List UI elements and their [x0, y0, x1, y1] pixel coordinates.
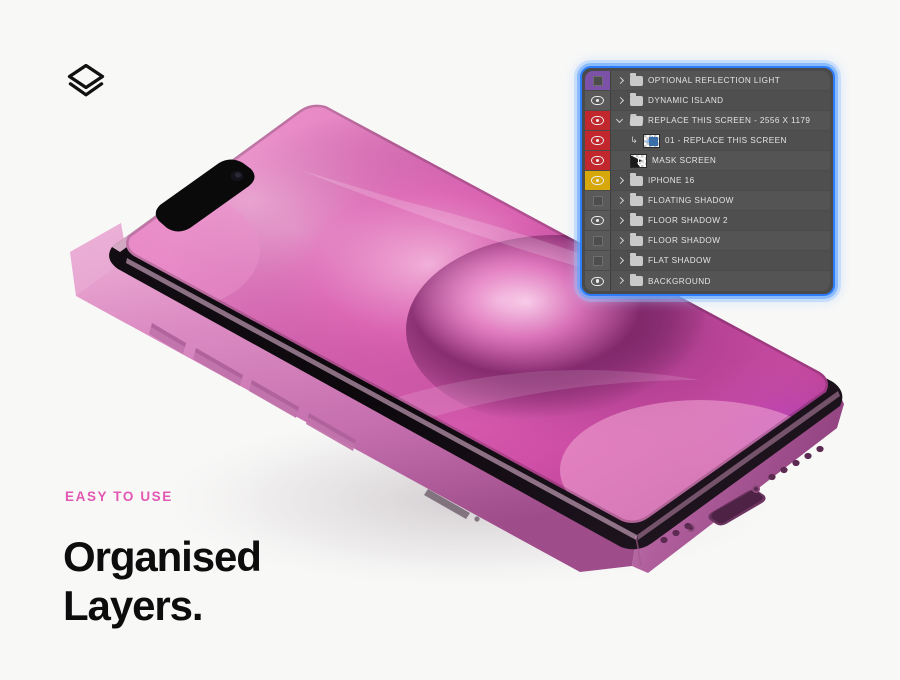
- chevron-down-icon[interactable]: [617, 116, 625, 126]
- layer-name: OPTIONAL REFLECTION LIGHT: [648, 76, 781, 85]
- layer-name: MASK SCREEN: [652, 156, 717, 165]
- layer-row[interactable]: FLOOR SHADOW 2: [585, 211, 830, 231]
- layer-row[interactable]: BACKGROUND: [585, 271, 830, 291]
- page-title: Organised Layers.: [63, 533, 262, 630]
- folder-open-icon: [629, 115, 644, 126]
- chevron-right-icon[interactable]: [617, 216, 625, 226]
- eye-icon: [591, 276, 604, 286]
- chevron-right-icon[interactable]: [617, 76, 625, 86]
- eye-icon: [591, 156, 604, 165]
- layer-visibility-toggle[interactable]: [585, 111, 611, 130]
- layer-name: FLAT SHADOW: [648, 256, 711, 265]
- layer-row-body[interactable]: FLOOR SHADOW: [611, 233, 830, 246]
- layer-name: FLOATING SHADOW: [648, 196, 734, 205]
- layer-row-body[interactable]: ↳ 01 - REPLACE THIS SCREEN: [611, 133, 830, 148]
- canvas: EASY TO USE Organised Layers. OPTIONAL R…: [0, 0, 900, 680]
- layer-row[interactable]: MASK SCREEN: [585, 151, 830, 171]
- chevron-right-icon[interactable]: [617, 276, 625, 286]
- layer-row-body[interactable]: OPTIONAL REFLECTION LIGHT: [611, 73, 830, 86]
- layer-row[interactable]: FLAT SHADOW: [585, 251, 830, 271]
- eye-icon: [591, 176, 604, 185]
- headline-line-1: Organised: [63, 533, 262, 580]
- layer-row[interactable]: ↳ 01 - REPLACE THIS SCREEN: [585, 131, 830, 151]
- headline-line-2: Layers.: [63, 581, 204, 629]
- layer-name: 01 - REPLACE THIS SCREEN: [665, 136, 787, 145]
- layer-visibility-toggle[interactable]: [585, 191, 611, 210]
- eye-icon: [591, 96, 604, 105]
- layer-name: BACKGROUND: [648, 276, 711, 286]
- mask-thumbnail: [630, 153, 647, 168]
- layer-row-body[interactable]: MASK SCREEN: [611, 153, 830, 168]
- eye-hidden-icon: [592, 235, 603, 246]
- eyebrow-label: EASY TO USE: [65, 489, 173, 504]
- eye-hidden-icon: [592, 195, 603, 206]
- layer-name: FLOOR SHADOW: [648, 236, 721, 245]
- folder-icon: [630, 93, 643, 106]
- layer-row-body[interactable]: FLAT SHADOW: [611, 253, 830, 266]
- eye-hidden-icon: [592, 75, 603, 86]
- eye-icon: [591, 116, 604, 125]
- chevron-right-icon[interactable]: [617, 96, 625, 106]
- layer-visibility-toggle[interactable]: [585, 271, 611, 291]
- chevron-right-icon[interactable]: [617, 176, 625, 186]
- layer-row[interactable]: OPTIONAL REFLECTION LIGHT: [585, 71, 830, 91]
- layer-name: IPHONE 16: [648, 176, 695, 185]
- folder-icon: [630, 173, 643, 186]
- layer-visibility-toggle[interactable]: [585, 211, 611, 230]
- layer-name: DYNAMIC ISLAND: [648, 96, 724, 105]
- layer-row[interactable]: IPHONE 16: [585, 171, 830, 191]
- layer-visibility-toggle[interactable]: [585, 231, 611, 250]
- folder-icon: [630, 253, 643, 266]
- chevron-right-icon[interactable]: [617, 196, 625, 206]
- layer-visibility-toggle[interactable]: [585, 91, 611, 110]
- layers-panel[interactable]: OPTIONAL REFLECTION LIGHT DYNAMIC ISLAND R…: [580, 66, 835, 296]
- layer-visibility-toggle[interactable]: [585, 71, 611, 90]
- folder-icon: [630, 193, 643, 206]
- chevron-right-icon[interactable]: [617, 236, 625, 246]
- layer-row[interactable]: DYNAMIC ISLAND: [585, 91, 830, 111]
- eye-hidden-icon: [592, 255, 603, 266]
- layer-row-body[interactable]: FLOOR SHADOW 2: [611, 213, 830, 226]
- chevron-right-icon[interactable]: [617, 256, 625, 266]
- clipping-mask-icon: ↳: [630, 135, 638, 145]
- layers-list[interactable]: OPTIONAL REFLECTION LIGHT DYNAMIC ISLAND R…: [585, 71, 830, 291]
- layer-row-body[interactable]: IPHONE 16: [611, 173, 830, 186]
- folder-icon: [630, 233, 643, 246]
- layer-row-body[interactable]: FLOATING SHADOW: [611, 193, 830, 206]
- folder-icon: [630, 213, 643, 226]
- layer-name: FLOOR SHADOW 2: [648, 216, 729, 225]
- layer-row[interactable]: REPLACE THIS SCREEN - 2556 X 1179: [585, 111, 830, 131]
- eye-icon: [591, 216, 604, 225]
- layer-row-body[interactable]: BACKGROUND: [611, 273, 830, 286]
- layer-visibility-toggle[interactable]: [585, 131, 611, 150]
- layer-visibility-toggle[interactable]: [585, 251, 611, 270]
- layer-name: REPLACE THIS SCREEN - 2556 X 1179: [648, 116, 811, 125]
- eye-icon: [591, 136, 604, 145]
- folder-icon: [630, 273, 643, 286]
- folder-icon: [630, 73, 643, 86]
- layer-row[interactable]: FLOOR SHADOW: [585, 231, 830, 251]
- layers-stack-icon: [64, 60, 108, 104]
- layer-row-body[interactable]: DYNAMIC ISLAND: [611, 93, 830, 106]
- layer-row[interactable]: FLOATING SHADOW: [585, 191, 830, 211]
- layer-visibility-toggle[interactable]: [585, 171, 611, 190]
- layer-visibility-toggle[interactable]: [585, 151, 611, 170]
- layer-thumbnail: [643, 133, 660, 148]
- layer-row-body[interactable]: REPLACE THIS SCREEN - 2556 X 1179: [611, 115, 830, 126]
